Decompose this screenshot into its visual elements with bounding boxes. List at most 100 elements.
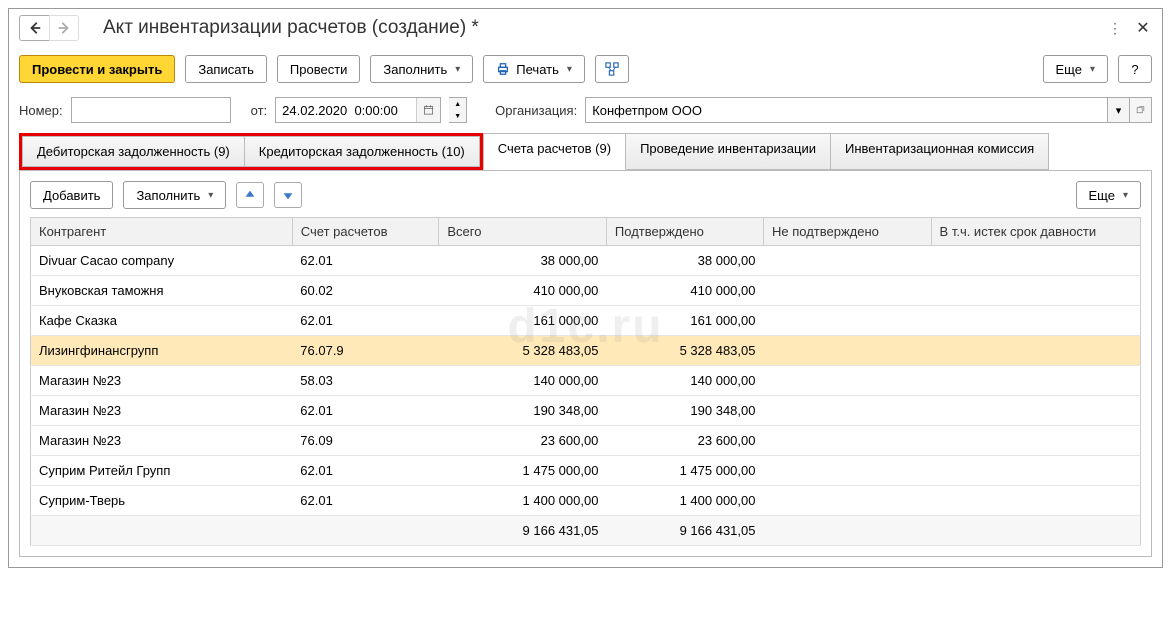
structure-icon [605, 62, 619, 76]
table-row[interactable]: Магазин №2376.0923 600,0023 600,00 [31, 426, 1141, 456]
cell-unconfirmed [763, 366, 931, 396]
footer-confirmed: 9 166 431,05 [606, 516, 763, 546]
nav-forward-button[interactable] [49, 15, 79, 41]
printer-icon [496, 62, 510, 76]
nav-group [19, 15, 79, 41]
post-close-button[interactable]: Провести и закрыть [19, 55, 175, 83]
cell-account: 60.02 [292, 276, 439, 306]
from-label: от: [251, 103, 268, 118]
org-input[interactable]: Конфетпром ООО [585, 97, 1108, 123]
page-title: Акт инвентаризации расчетов (создание) * [103, 17, 1098, 39]
cell-account: 76.09 [292, 426, 439, 456]
org-dropdown-button[interactable]: ▾ [1108, 97, 1130, 123]
fill-button[interactable]: Заполнить [370, 55, 473, 83]
form-row: Номер: от: ▲ ▼ Организация: Конфетпром О… [9, 91, 1162, 129]
number-input[interactable] [71, 97, 231, 123]
th-expired[interactable]: В т.ч. истек срок давности [931, 218, 1140, 246]
calendar-button[interactable] [416, 98, 440, 122]
cell-expired [931, 246, 1140, 276]
th-counterparty[interactable]: Контрагент [31, 218, 293, 246]
tab-commission[interactable]: Инвентаризационная комиссия [831, 133, 1049, 170]
tab-fill-button[interactable]: Заполнить [123, 181, 226, 209]
date-input[interactable] [276, 98, 416, 122]
tab-credit[interactable]: Кредиторская задолженность (10) [245, 136, 480, 167]
cell-confirmed: 5 328 483,05 [606, 336, 763, 366]
table-row[interactable]: Внуковская таможня60.02410 000,00410 000… [31, 276, 1141, 306]
nav-back-button[interactable] [19, 15, 49, 41]
cell-unconfirmed [763, 396, 931, 426]
cell-counterparty: Суприм Ритейл Групп [31, 456, 293, 486]
cell-counterparty: Divuar Cacao company [31, 246, 293, 276]
post-button[interactable]: Провести [277, 55, 361, 83]
cell-confirmed: 410 000,00 [606, 276, 763, 306]
cell-counterparty: Магазин №23 [31, 426, 293, 456]
cell-total: 23 600,00 [439, 426, 607, 456]
cell-confirmed: 23 600,00 [606, 426, 763, 456]
titlebar: Акт инвентаризации расчетов (создание) *… [9, 9, 1162, 47]
structure-button[interactable] [595, 55, 629, 83]
cell-expired [931, 276, 1140, 306]
close-icon[interactable]: ✕ [1134, 19, 1152, 37]
cell-unconfirmed [763, 276, 931, 306]
cell-unconfirmed [763, 306, 931, 336]
cell-account: 76.07.9 [292, 336, 439, 366]
table-row[interactable]: Магазин №2362.01190 348,00190 348,00 [31, 396, 1141, 426]
th-unconfirmed[interactable]: Не подтверждено [763, 218, 931, 246]
chevron-down-icon: ▾ [1116, 104, 1122, 117]
cell-total: 1 400 000,00 [439, 486, 607, 516]
number-label: Номер: [19, 103, 63, 118]
help-button[interactable]: ? [1118, 55, 1152, 83]
tabs: Дебиторская задолженность (9) Кредиторск… [9, 133, 1162, 170]
cell-account: 58.03 [292, 366, 439, 396]
tab-debit[interactable]: Дебиторская задолженность (9) [22, 136, 245, 167]
cell-expired [931, 336, 1140, 366]
cell-expired [931, 306, 1140, 336]
date-down-button[interactable]: ▼ [449, 110, 466, 122]
cell-total: 5 328 483,05 [439, 336, 607, 366]
menu-icon[interactable]: ⋮ [1106, 19, 1124, 37]
tabs-highlight: Дебиторская задолженность (9) Кредиторск… [19, 133, 483, 170]
print-button[interactable]: Печать [483, 55, 585, 83]
cell-total: 161 000,00 [439, 306, 607, 336]
main-toolbar: Провести и закрыть Записать Провести Зап… [9, 47, 1162, 91]
tab-toolbar: Добавить Заполнить Еще [30, 181, 1141, 209]
cell-expired [931, 486, 1140, 516]
arrow-down-icon [281, 188, 295, 202]
table-row[interactable]: Лизингфинансгрупп76.07.95 328 483,055 32… [31, 336, 1141, 366]
date-up-button[interactable]: ▲ [449, 98, 466, 110]
open-icon [1136, 103, 1145, 117]
cell-unconfirmed [763, 246, 931, 276]
more-button[interactable]: Еще [1043, 55, 1108, 83]
more-label: Еще [1056, 62, 1082, 77]
cell-expired [931, 366, 1140, 396]
move-up-button[interactable] [236, 182, 264, 208]
add-button[interactable]: Добавить [30, 181, 113, 209]
cell-account: 62.01 [292, 456, 439, 486]
table-row[interactable]: Кафе Сказка62.01161 000,00161 000,00 [31, 306, 1141, 336]
print-label: Печать [516, 62, 559, 77]
cell-unconfirmed [763, 426, 931, 456]
table-row[interactable]: Магазин №2358.03140 000,00140 000,00 [31, 366, 1141, 396]
tab-accounts[interactable]: Счета расчетов (9) [483, 133, 626, 170]
tab-inventory[interactable]: Проведение инвентаризации [626, 133, 831, 170]
cell-total: 1 475 000,00 [439, 456, 607, 486]
table-row[interactable]: Суприм-Тверь62.011 400 000,001 400 000,0… [31, 486, 1141, 516]
write-button[interactable]: Записать [185, 55, 267, 83]
table-row[interactable]: Суприм Ритейл Групп62.011 475 000,001 47… [31, 456, 1141, 486]
move-down-button[interactable] [274, 182, 302, 208]
cell-counterparty: Кафе Сказка [31, 306, 293, 336]
org-open-button[interactable] [1130, 97, 1152, 123]
arrow-up-icon [243, 188, 257, 202]
tab-more-button[interactable]: Еще [1076, 181, 1141, 209]
th-account[interactable]: Счет расчетов [292, 218, 439, 246]
cell-total: 140 000,00 [439, 366, 607, 396]
cell-counterparty: Магазин №23 [31, 396, 293, 426]
cell-expired [931, 426, 1140, 456]
cell-unconfirmed [763, 456, 931, 486]
tab-fill-label: Заполнить [136, 188, 200, 203]
table-row[interactable]: Divuar Cacao company62.0138 000,0038 000… [31, 246, 1141, 276]
th-total[interactable]: Всего [439, 218, 607, 246]
cell-expired [931, 456, 1140, 486]
th-confirmed[interactable]: Подтверждено [606, 218, 763, 246]
arrow-left-icon [28, 21, 42, 35]
